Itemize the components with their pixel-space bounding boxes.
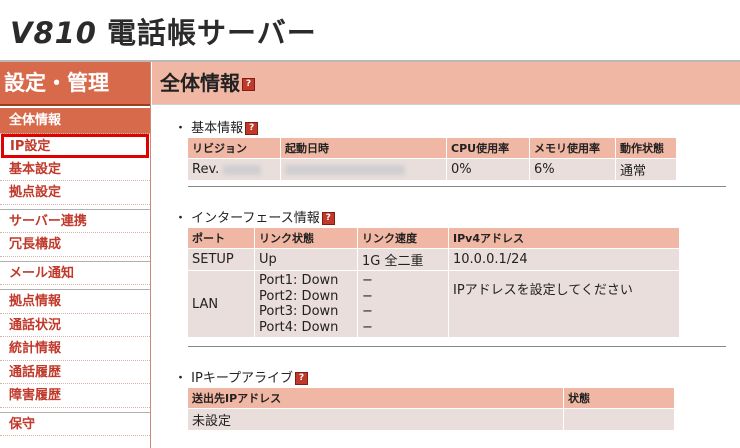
main-content: 全体情報? ・ 基本情報? リビジョン 起動日時 CPU使用率 メモリ使用率 動… <box>152 62 740 448</box>
table-header-row: 送出先IPアドレス 状態 <box>188 388 675 409</box>
help-icon[interactable]: ? <box>295 372 309 385</box>
product-name: 電話帳サーバー <box>106 16 317 50</box>
port-link-state: Port1: Down <box>259 273 339 288</box>
table-header-row: ポート リンク状態 リンク速度 IPv4アドレス <box>188 228 680 249</box>
divider <box>188 346 726 347</box>
table-row: 未設定 <box>188 408 675 430</box>
basic-info-table: リビジョン 起動日時 CPU使用率 メモリ使用率 動作状態 Rev. 0% 6%… <box>188 138 677 180</box>
page-title: 全体情報? <box>152 62 740 105</box>
column-header: IPv4アドレス <box>448 228 680 249</box>
column-header: CPU使用率 <box>446 138 530 159</box>
column-header: 動作状態 <box>615 138 677 159</box>
redacted-value <box>223 164 262 175</box>
sidebar-item-statistics[interactable]: 統計情報 <box>0 337 150 361</box>
sidebar-item-site-settings[interactable]: 拠点設定 <box>0 181 150 205</box>
cpu-cell: 0% <box>446 158 530 180</box>
column-header: メモリ使用率 <box>529 138 616 159</box>
table-row: LAN Port1: Down Port2: Down Port3: Down … <box>188 270 680 337</box>
keepalive-title: IPキープアライブ <box>191 371 294 386</box>
link-state-cell: Up <box>254 248 358 271</box>
port-link-state: Port2: Down <box>259 288 339 304</box>
app-title: V810 電話帳サーバー <box>10 10 317 52</box>
basic-info-title: 基本情報 <box>191 121 244 136</box>
port-cell: LAN <box>188 270 255 337</box>
link-speed-cell: − − − − <box>357 270 449 337</box>
interface-info-section: ・ インターフェース情報? ポート リンク状態 リンク速度 IPv4アドレス S… <box>174 210 734 337</box>
section-title: ・ IPキープアライブ? <box>174 370 734 388</box>
sidebar-item-maintenance[interactable]: 保守 <box>0 413 150 436</box>
sidebar-item-fault-history[interactable]: 障害履歴 <box>0 384 150 408</box>
sidebar-heading: 設定・管理 <box>0 62 150 106</box>
port-link-speed: − <box>362 273 373 288</box>
sidebar-item-mail-notify[interactable]: メール通知 <box>0 262 150 285</box>
interface-table: ポート リンク状態 リンク速度 IPv4アドレス SETUP Up 1G 全二重… <box>188 228 680 337</box>
column-header: 状態 <box>563 388 675 409</box>
help-icon[interactable]: ? <box>321 212 335 225</box>
memory-cell: 6% <box>529 158 616 180</box>
boot-time-cell <box>280 158 447 180</box>
table-header-row: リビジョン 起動日時 CPU使用率 メモリ使用率 動作状態 <box>188 138 677 159</box>
port-link-state: Port3: Down <box>259 304 339 319</box>
help-icon[interactable]: ? <box>245 122 259 135</box>
port-link-speed: − <box>362 319 373 335</box>
column-header: リンク状態 <box>254 228 358 249</box>
ipv4-cell: 10.0.0.1/24 <box>448 248 680 271</box>
section-title: ・ 基本情報? <box>174 120 734 138</box>
divider <box>188 186 726 187</box>
link-state-cell: Port1: Down Port2: Down Port3: Down Port… <box>254 270 358 337</box>
revision-value: Rev. <box>192 162 220 177</box>
port-link-speed: − <box>362 288 373 304</box>
help-icon[interactable]: ? <box>242 78 255 91</box>
port-link-speed: − <box>362 304 373 319</box>
destination-cell: 未設定 <box>188 408 564 430</box>
table-row: SETUP Up 1G 全二重 10.0.0.1/24 <box>188 248 680 271</box>
app-header: V810 電話帳サーバー <box>0 0 740 62</box>
sidebar-item-basic-settings[interactable]: 基本設定 <box>0 158 150 181</box>
sidebar-item-call-history[interactable]: 通話履歴 <box>0 361 150 384</box>
column-header: リビジョン <box>188 138 281 159</box>
status-cell <box>563 408 675 430</box>
sidebar-item-call-status[interactable]: 通話状況 <box>0 314 150 337</box>
table-row: Rev. 0% 6% 通常 <box>188 158 677 180</box>
page-title-text: 全体情報 <box>160 71 240 95</box>
keepalive-section: ・ IPキープアライブ? 送出先IPアドレス 状態 未設定 <box>174 370 734 430</box>
column-header: 起動日時 <box>280 138 447 159</box>
basic-info-section: ・ 基本情報? リビジョン 起動日時 CPU使用率 メモリ使用率 動作状態 Re… <box>174 120 734 180</box>
sidebar-item-ip-settings[interactable]: IP設定 <box>1 134 149 158</box>
section-title: ・ インターフェース情報? <box>174 210 734 228</box>
column-header: ポート <box>188 228 255 249</box>
port-cell: SETUP <box>188 248 255 271</box>
sidebar-item-site-info[interactable]: 拠点情報 <box>0 290 150 314</box>
model-name: V810 <box>10 16 97 50</box>
redacted-value <box>285 164 405 175</box>
ipv4-cell: IPアドレスを設定してください <box>448 270 680 337</box>
sidebar-item-overview[interactable]: 全体情報 <box>0 108 150 134</box>
link-speed-cell: 1G 全二重 <box>357 248 449 271</box>
port-link-state: Port4: Down <box>259 319 339 335</box>
column-header: 送出先IPアドレス <box>188 388 564 409</box>
sidebar-item-redundancy[interactable]: 冗長構成 <box>0 233 150 257</box>
revision-cell: Rev. <box>188 158 281 180</box>
sidebar-item-server-link[interactable]: サーバー連携 <box>0 210 150 233</box>
column-header: リンク速度 <box>357 228 449 249</box>
sidebar: 設定・管理 全体情報 IP設定 基本設定 拠点設定 サーバー連携 冗長構成 メー… <box>0 62 151 448</box>
interface-info-title: インターフェース情報 <box>191 211 320 226</box>
status-cell: 通常 <box>615 158 677 180</box>
keepalive-table: 送出先IPアドレス 状態 未設定 <box>188 388 675 430</box>
